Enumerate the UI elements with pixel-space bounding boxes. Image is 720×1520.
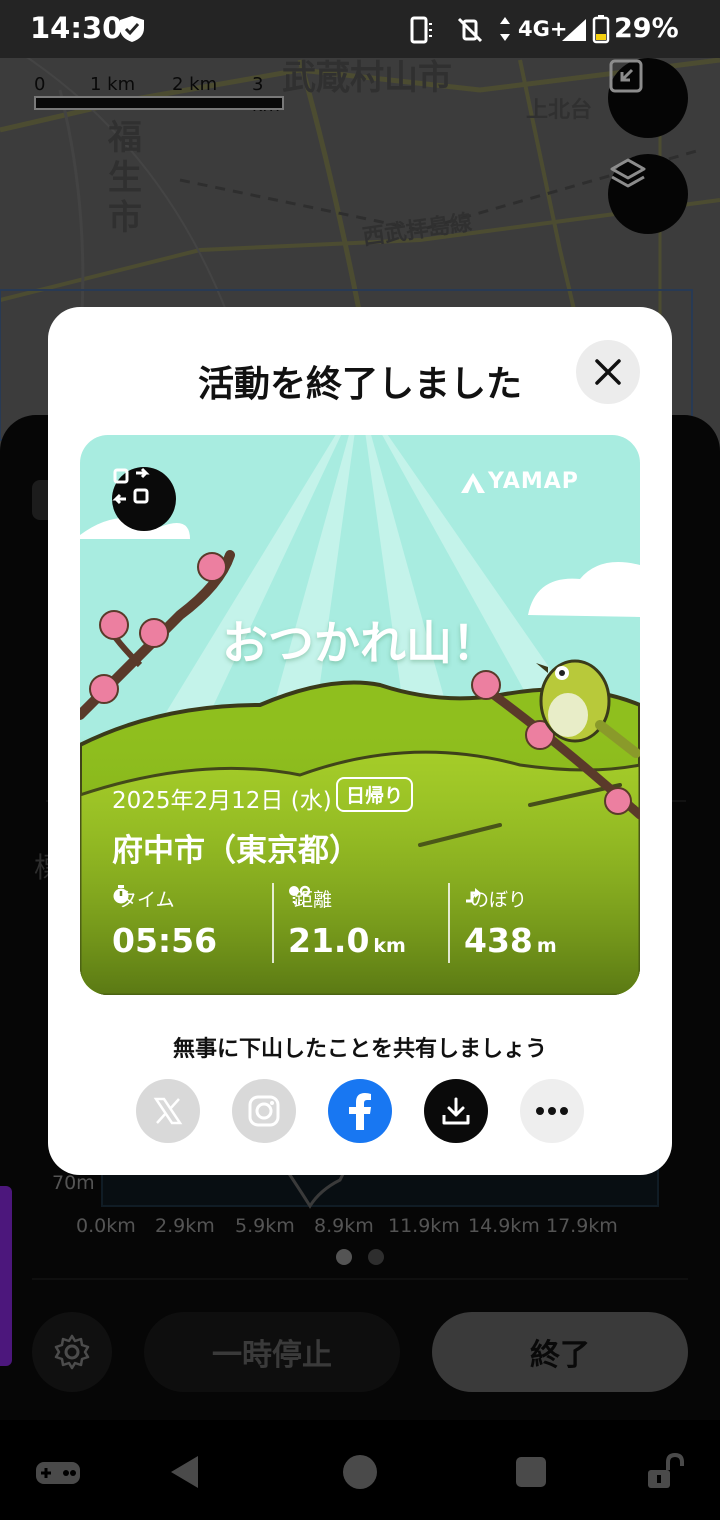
system-nav-bar (0, 1420, 720, 1520)
recents-icon[interactable] (516, 1457, 546, 1487)
yamap-logo-icon (461, 473, 485, 493)
stat-ascent-unit: m (536, 935, 557, 957)
stat-time-value: 05:56 (112, 921, 217, 960)
ascent-arrow-icon (466, 888, 481, 903)
share-instagram-button[interactable] (232, 1079, 296, 1143)
instagram-icon (248, 1095, 280, 1127)
download-icon (442, 1097, 470, 1125)
status-time: 14:30 (30, 11, 123, 45)
activity-finished-dialog: 活動を終了しました YAMAP おつかれ山！ 2025年2月12日 (水) 日帰… (48, 307, 672, 1175)
stat-ascent-number: 438 (464, 921, 533, 960)
close-icon (595, 359, 621, 385)
summary-card: YAMAP おつかれ山！ 2025年2月12日 (水) 日帰り 府中市（東京都）… (80, 435, 640, 995)
more-options-button[interactable] (520, 1079, 584, 1143)
x-icon (153, 1097, 183, 1125)
stat-label: タイム (112, 885, 175, 912)
card-headline: おつかれ山！ (222, 616, 498, 670)
stat-label: のぼり (464, 885, 527, 912)
battery-percent: 29% (614, 13, 679, 44)
stat-divider (448, 883, 450, 963)
activity-location: 府中市（東京都） (112, 833, 360, 869)
stat-label: 距離 (288, 885, 332, 912)
stat-time-number: 05:56 (112, 921, 218, 960)
gamepad-icon[interactable] (34, 1458, 82, 1488)
brand-logo: YAMAP (488, 469, 579, 494)
vibrate-off-icon (457, 17, 483, 43)
signal-icon (562, 19, 586, 41)
facebook-icon (349, 1093, 371, 1130)
back-icon[interactable] (168, 1454, 202, 1490)
rotation-lock-icon[interactable] (646, 1452, 686, 1492)
stat-ascent-value: 438 m (464, 921, 557, 960)
share-facebook-button[interactable] (328, 1079, 392, 1143)
activity-date: 2025年2月12日 (水) (112, 788, 332, 814)
home-icon[interactable] (343, 1455, 377, 1489)
data-arrows-icon (500, 17, 510, 41)
nfc-icon (410, 16, 432, 44)
close-button[interactable] (576, 340, 640, 404)
stopwatch-icon (113, 885, 129, 904)
stat-distance-value: 21.0 km (288, 921, 406, 960)
stat-distance-unit: km (373, 935, 406, 957)
qr-share-button[interactable] (112, 467, 176, 531)
status-bar: 14:30 4G+ 29% (0, 0, 720, 58)
download-button[interactable] (424, 1079, 488, 1143)
share-x-button[interactable] (136, 1079, 200, 1143)
battery-icon (592, 15, 610, 44)
trip-type-badge: 日帰り (336, 777, 414, 812)
stat-divider (272, 883, 274, 963)
route-pin-icon (289, 885, 310, 905)
shield-icon (120, 16, 144, 42)
share-buttons (136, 1079, 584, 1143)
stat-distance-number: 21.0 (288, 921, 370, 960)
share-prompt: 無事に下山したことを共有しましょう (172, 1037, 547, 1062)
qr-code-icon (112, 467, 150, 505)
more-icon (536, 1107, 568, 1115)
